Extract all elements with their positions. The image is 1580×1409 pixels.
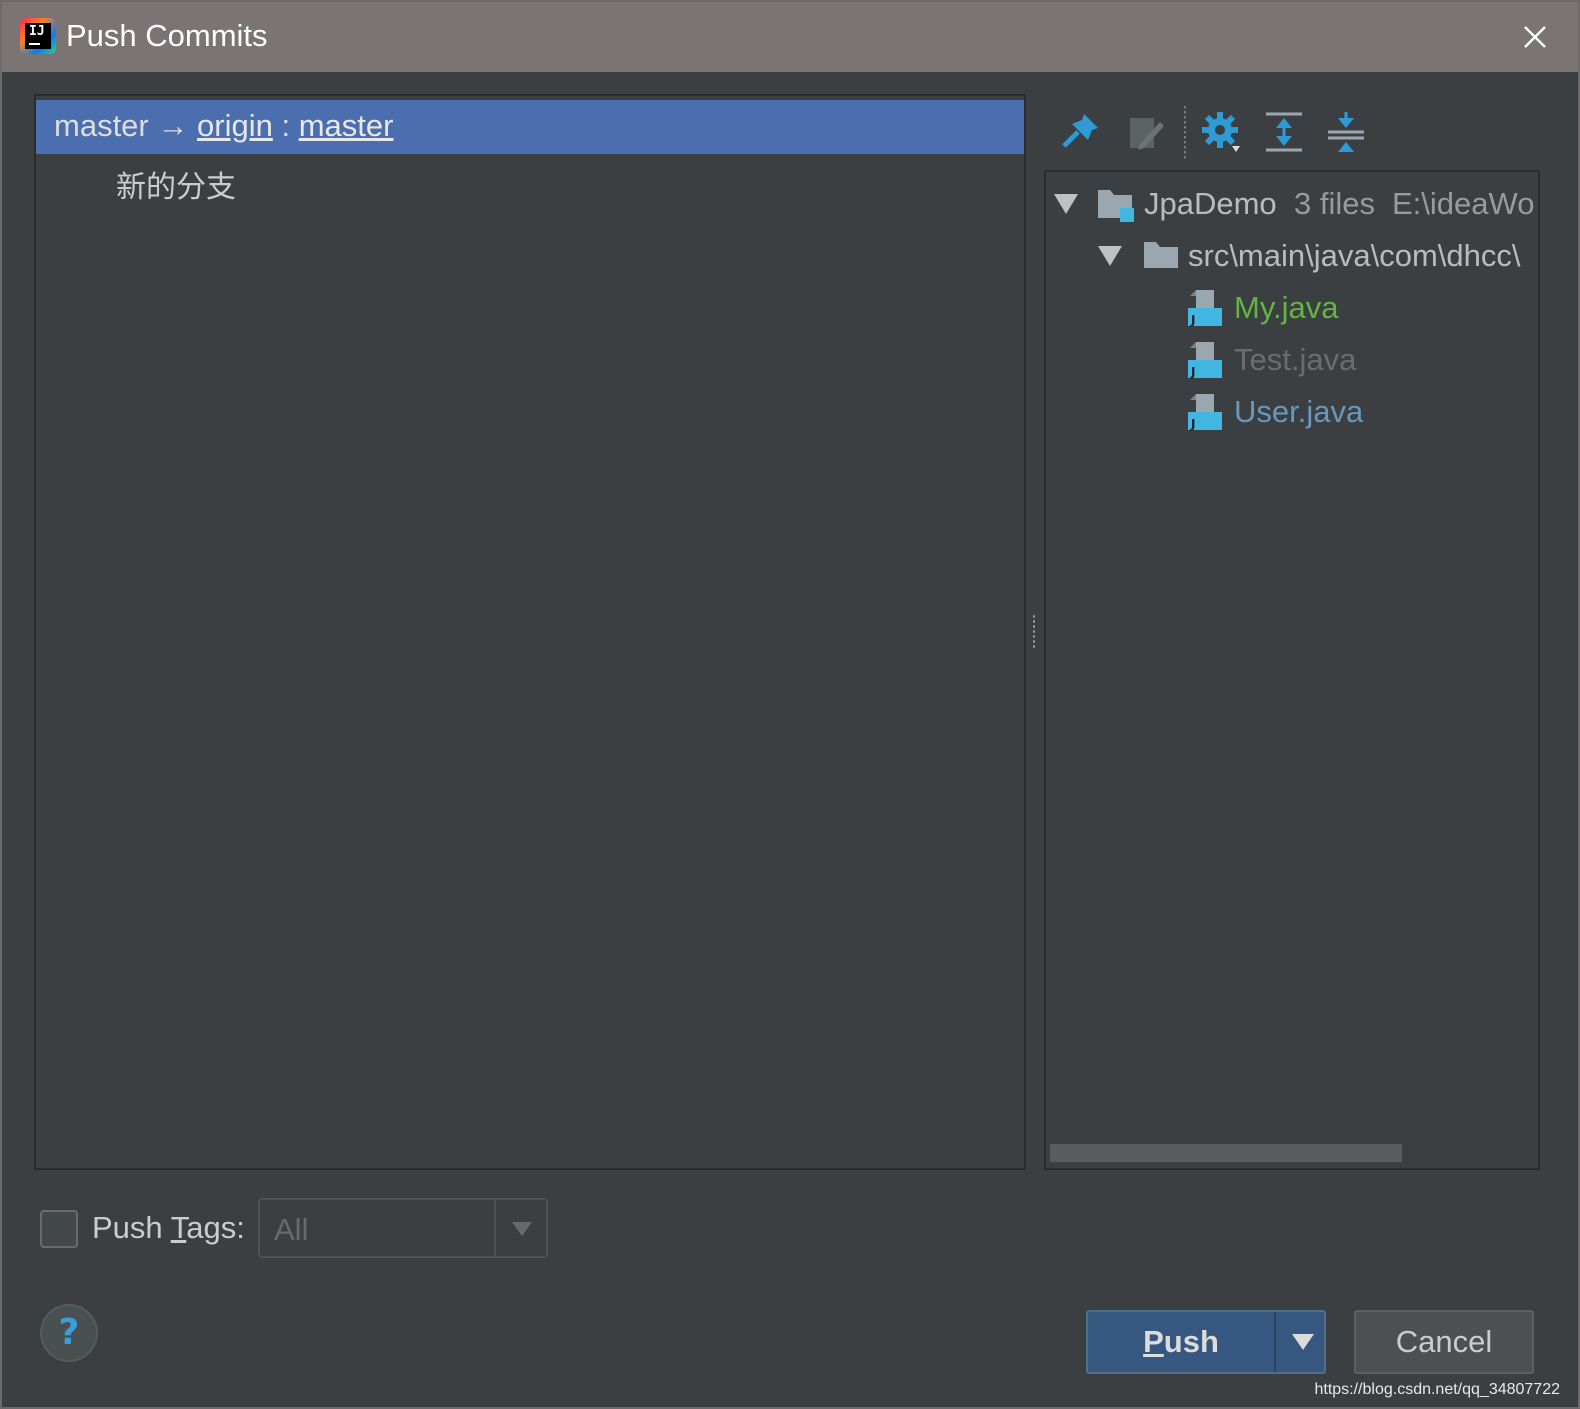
commits-list: master → origin : master 新的分支 <box>34 94 1026 1170</box>
push-options-chevron-icon[interactable] <box>1292 1334 1314 1350</box>
folder-icon <box>1144 242 1178 268</box>
push-button[interactable]: Push <box>1086 1310 1326 1374</box>
file-name-deleted: Test.java <box>1234 342 1357 377</box>
push-tags-checkbox[interactable] <box>40 1210 78 1248</box>
svg-text:J: J <box>1190 417 1195 431</box>
push-button-divider <box>1274 1312 1276 1372</box>
horizontal-scrollbar[interactable] <box>1050 1144 1402 1162</box>
title-bar: IJ Push Commits <box>2 2 1578 72</box>
help-button[interactable]: ? <box>40 1304 98 1362</box>
module-file-count: 3 files <box>1294 186 1375 221</box>
tree-file-item[interactable]: J My.java <box>1046 282 1538 332</box>
expand-triangle-icon[interactable] <box>1098 246 1122 266</box>
tree-node-module[interactable]: JpaDemo 3 files E:\ideaWo <box>1046 178 1538 228</box>
module-name: JpaDemo <box>1144 186 1277 221</box>
svg-text:J: J <box>1190 313 1195 327</box>
remote-branch-link[interactable]: master <box>299 108 394 143</box>
branch-separator: : <box>281 108 291 143</box>
changed-files-tree: JpaDemo 3 files E:\ideaWo src\main\java\… <box>1044 170 1540 1170</box>
cancel-button[interactable]: Cancel <box>1354 1310 1534 1374</box>
chevron-down-icon <box>512 1222 532 1236</box>
dialog-title: Push Commits <box>66 18 268 53</box>
changes-toolbar <box>1050 102 1540 164</box>
collapse-all-icon[interactable] <box>1324 110 1368 154</box>
tags-dropdown[interactable]: All <box>258 1198 548 1258</box>
push-button-label[interactable]: Push <box>1088 1312 1274 1372</box>
java-file-icon: J <box>1188 290 1222 327</box>
pin-icon[interactable] <box>1058 110 1102 154</box>
module-folder-icon <box>1098 190 1134 222</box>
java-file-icon: J <box>1188 342 1222 379</box>
tags-dropdown-value: All <box>274 1212 309 1247</box>
dropdown-toggle[interactable] <box>494 1200 546 1256</box>
tree-file-item[interactable]: J Test.java <box>1046 334 1538 384</box>
tree-node-folder[interactable]: src\main\java\com\dhcc\ <box>1046 230 1538 280</box>
toolbar-separator <box>1184 106 1186 160</box>
branch-row[interactable]: master → origin : master <box>36 100 1024 154</box>
push-commits-dialog: IJ Push Commits master → origin : master… <box>0 0 1580 1409</box>
module-path: E:\ideaWo <box>1392 186 1535 221</box>
local-branch: master <box>54 108 149 143</box>
folder-path: src\main\java\com\dhcc\ <box>1188 238 1521 273</box>
expand-triangle-icon[interactable] <box>1054 194 1078 214</box>
push-arrow: → <box>157 108 189 143</box>
file-name-added: My.java <box>1234 290 1339 325</box>
intellij-app-icon: IJ <box>20 18 56 54</box>
push-tags-label: Push Tags: <box>92 1210 245 1245</box>
tree-file-item[interactable]: J User.java <box>1046 386 1538 436</box>
edit-source-icon[interactable] <box>1124 110 1168 154</box>
settings-icon[interactable] <box>1200 110 1244 154</box>
watermark-url: https://blog.csdn.net/qq_34807722 <box>1314 1381 1560 1398</box>
svg-text:J: J <box>1190 365 1195 379</box>
close-icon[interactable] <box>1520 22 1550 52</box>
expand-all-icon[interactable] <box>1262 110 1306 154</box>
commit-item[interactable]: 新的分支 <box>116 162 236 206</box>
panel-splitter-handle[interactable] <box>1032 614 1036 650</box>
java-file-icon: J <box>1188 394 1222 431</box>
remote-link[interactable]: origin <box>197 108 273 143</box>
file-name-modified: User.java <box>1234 394 1364 429</box>
